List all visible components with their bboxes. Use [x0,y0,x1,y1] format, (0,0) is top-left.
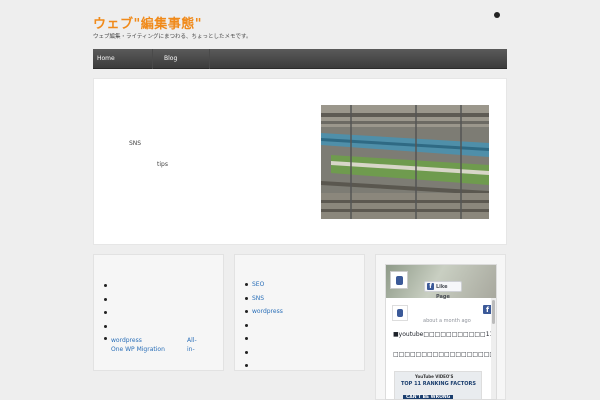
widget-recent-link[interactable]: wordpress All-in- One WP Migration [111,336,203,354]
bullet-icon [104,337,107,340]
widget-recent: wordpress All-in- One WP Migration [93,254,224,371]
list-item[interactable] [245,346,283,360]
list-item[interactable] [245,319,283,333]
facebook-post-text: ■youtube□□□□□□□□□□□11□□□ [393,331,496,338]
facebook-page-plugin: Like Page f about a month ago ■youtube□□… [385,264,497,400]
category-item-sns[interactable]: SNS [245,292,283,306]
facebook-scrollbar[interactable] [491,298,496,399]
list-item[interactable] [104,279,111,293]
list-item[interactable] [104,293,111,307]
thumb-subtitle: TOP 11 RANKING FACTORS [401,381,476,387]
train-photo [321,105,489,219]
facebook-post-time[interactable]: about a month ago [423,318,471,324]
facebook-post-thumbnail[interactable]: YouTube VIDEO'S TOP 11 RANKING FACTORS C… [394,371,482,399]
list-item[interactable] [245,359,283,373]
widget-facebook: Like Page f about a month ago ■youtube□□… [375,254,506,400]
site-description: ウェブ編集・ライティングにまつわる、ちょっとしたメモです。 [93,34,252,40]
facebook-like-button[interactable]: Like Page [424,281,462,300]
facebook-page-avatar[interactable] [390,271,408,289]
list-item[interactable] [104,306,111,320]
facebook-post-avatar[interactable] [392,305,408,321]
site-title[interactable]: ウェブ"編集事態" [93,13,202,32]
link-part-migration[interactable]: One WP Migration [111,346,165,353]
link-part-wordpress[interactable]: wordpress [111,337,142,344]
hero-tips-text: tips [157,161,168,168]
nav-item-home[interactable]: Home [93,49,153,69]
category-item-seo[interactable]: SEO [245,278,283,292]
facebook-post-text-2: □□□□□□□□□□□□□□□□□□□□□□□□□□□□□□□□□□□□...□… [393,351,496,358]
hero-panel: SNS tips [93,78,507,245]
widget-recent-list [104,279,111,333]
category-item-wordpress[interactable]: wordpress [245,305,283,319]
thumb-tag: CAN'T BE WRONG [403,395,454,399]
top-dot-icon [494,12,500,18]
list-item[interactable] [104,320,111,334]
main-nav: Home Blog [93,49,507,69]
train-photo-icon [321,105,489,219]
list-item[interactable] [245,332,283,346]
thumb-title: YouTube VIDEO'S [415,374,454,379]
nav-item-blog[interactable]: Blog [160,49,210,69]
widget-categories-list: SEO SNS wordpress [245,278,283,373]
link-part-allin[interactable]: All-in- [187,336,203,354]
hero-sns-text: SNS [129,140,142,147]
widget-categories: SEO SNS wordpress [234,254,365,371]
